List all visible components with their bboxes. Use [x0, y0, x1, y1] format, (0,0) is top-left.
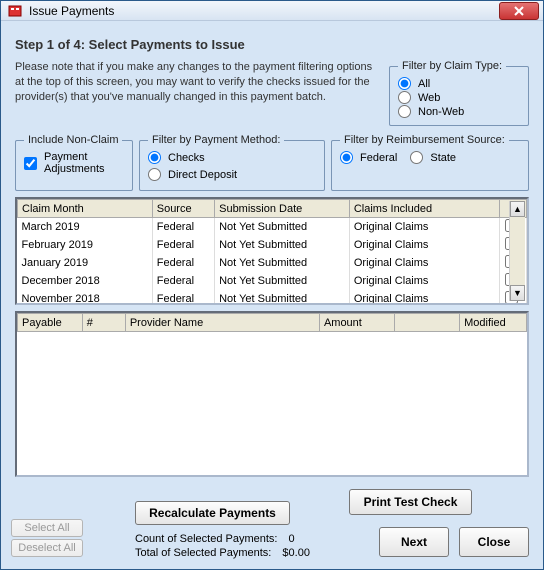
reimb-state-radio[interactable] — [410, 151, 423, 164]
reimb-federal[interactable]: Federal — [340, 151, 397, 164]
claim-type-nonweb-radio[interactable] — [398, 105, 411, 118]
cell-submission-date: Not Yet Submitted — [215, 254, 350, 272]
content-area: Step 1 of 4: Select Payments to Issue Pl… — [1, 21, 543, 569]
claim-type-all-radio[interactable] — [398, 77, 411, 90]
step-heading: Step 1 of 4: Select Payments to Issue — [15, 37, 529, 52]
cell-claim-month: January 2019 — [18, 254, 153, 272]
filter-note: Please note that if you make any changes… — [15, 60, 375, 105]
cell-submission-date: Not Yet Submitted — [215, 218, 350, 237]
cell-claim-month: February 2019 — [18, 236, 153, 254]
col-header-payable[interactable]: Payable — [18, 314, 83, 332]
cell-source: Federal — [152, 272, 214, 290]
select-all-button[interactable]: Select All — [11, 519, 83, 537]
claim-type-nonweb[interactable]: Non-Web — [398, 105, 520, 118]
reimb-federal-radio[interactable] — [340, 151, 353, 164]
claims-grid[interactable]: Claim Month Source Submission Date Claim… — [15, 197, 529, 305]
col-header-provider-name[interactable]: Provider Name — [125, 314, 319, 332]
include-non-claim-checkbox-row[interactable]: Payment Adjustments — [24, 151, 124, 175]
table-row[interactable]: March 2019FederalNot Yet SubmittedOrigin… — [18, 218, 527, 237]
claim-type-web-radio[interactable] — [398, 91, 411, 104]
close-button[interactable]: Close — [459, 527, 529, 557]
filter-claim-type-legend: Filter by Claim Type: — [398, 60, 506, 72]
table-row[interactable]: December 2018FederalNot Yet SubmittedOri… — [18, 272, 527, 290]
count-selected-value: 0 — [289, 533, 295, 545]
recalculate-payments-button[interactable]: Recalculate Payments — [135, 501, 290, 525]
cell-submission-date: Not Yet Submitted — [215, 272, 350, 290]
col-header-submission-date[interactable]: Submission Date — [215, 200, 350, 218]
include-non-claim-checkbox[interactable] — [24, 157, 37, 170]
pay-method-direct-deposit[interactable]: Direct Deposit — [148, 168, 237, 181]
payments-grid[interactable]: Payable # Provider Name Amount Modified — [15, 311, 529, 477]
cell-claim-month: March 2019 — [18, 218, 153, 237]
cell-claims-included: Original Claims — [349, 236, 499, 254]
filter-reimb-source-legend: Filter by Reimbursement Source: — [340, 134, 509, 146]
cell-source: Federal — [152, 236, 214, 254]
col-header-source[interactable]: Source — [152, 200, 214, 218]
claim-type-web[interactable]: Web — [398, 91, 520, 104]
table-row[interactable]: November 2018FederalNot Yet SubmittedOri… — [18, 290, 527, 305]
payments-grid-header-row: Payable # Provider Name Amount Modified — [18, 314, 527, 332]
next-button[interactable]: Next — [379, 527, 449, 557]
col-header-number[interactable]: # — [82, 314, 125, 332]
claims-grid-scrollbar[interactable]: ▲ ▼ — [509, 201, 525, 301]
scroll-up-icon[interactable]: ▲ — [510, 201, 525, 217]
cell-source: Federal — [152, 254, 214, 272]
cell-submission-date: Not Yet Submitted — [215, 290, 350, 305]
cell-claims-included: Original Claims — [349, 218, 499, 237]
filter-pay-method-legend: Filter by Payment Method: — [148, 134, 284, 146]
table-row[interactable]: January 2019FederalNot Yet SubmittedOrig… — [18, 254, 527, 272]
pay-method-checks[interactable]: Checks — [148, 151, 205, 164]
claim-type-all[interactable]: All — [398, 77, 520, 90]
issue-payments-window: Issue Payments Step 1 of 4: Select Payme… — [0, 0, 544, 570]
reimb-state[interactable]: State — [410, 151, 456, 164]
cell-claims-included: Original Claims — [349, 254, 499, 272]
cell-source: Federal — [152, 218, 214, 237]
pay-method-dd-radio[interactable] — [148, 168, 161, 181]
filter-reimb-source-group: Filter by Reimbursement Source: Federal … — [331, 134, 529, 191]
filter-pay-method-group: Filter by Payment Method: Checks Direct … — [139, 134, 325, 191]
deselect-all-button[interactable]: Deselect All — [11, 539, 83, 557]
include-non-claim-group: Include Non-Claim Payment Adjustments — [15, 134, 133, 191]
window-close-button[interactable] — [499, 2, 539, 20]
filter-claim-type-group: Filter by Claim Type: All Web Non-Web — [389, 60, 529, 126]
col-header-amount[interactable]: Amount — [319, 314, 394, 332]
total-selected-value: $0.00 — [282, 547, 310, 559]
col-header-claim-month[interactable]: Claim Month — [18, 200, 153, 218]
total-selected-label: Total of Selected Payments: — [135, 547, 271, 559]
scroll-down-icon[interactable]: ▼ — [510, 285, 525, 301]
cell-claim-month: December 2018 — [18, 272, 153, 290]
pay-method-checks-radio[interactable] — [148, 151, 161, 164]
window-title: Issue Payments — [29, 4, 493, 18]
titlebar: Issue Payments — [1, 1, 543, 21]
print-test-check-button[interactable]: Print Test Check — [349, 489, 472, 515]
include-non-claim-legend: Include Non-Claim — [24, 134, 122, 146]
cell-submission-date: Not Yet Submitted — [215, 236, 350, 254]
cell-claims-included: Original Claims — [349, 272, 499, 290]
cell-claim-month: November 2018 — [18, 290, 153, 305]
count-selected-label: Count of Selected Payments: — [135, 533, 277, 545]
col-header-blank[interactable] — [395, 314, 460, 332]
table-row[interactable]: February 2019FederalNot Yet SubmittedOri… — [18, 236, 527, 254]
claims-grid-header-row: Claim Month Source Submission Date Claim… — [18, 200, 527, 218]
app-icon — [7, 3, 23, 19]
cell-source: Federal — [152, 290, 214, 305]
col-header-modified[interactable]: Modified — [460, 314, 527, 332]
cell-claims-included: Original Claims — [349, 290, 499, 305]
col-header-claims-included[interactable]: Claims Included — [349, 200, 499, 218]
